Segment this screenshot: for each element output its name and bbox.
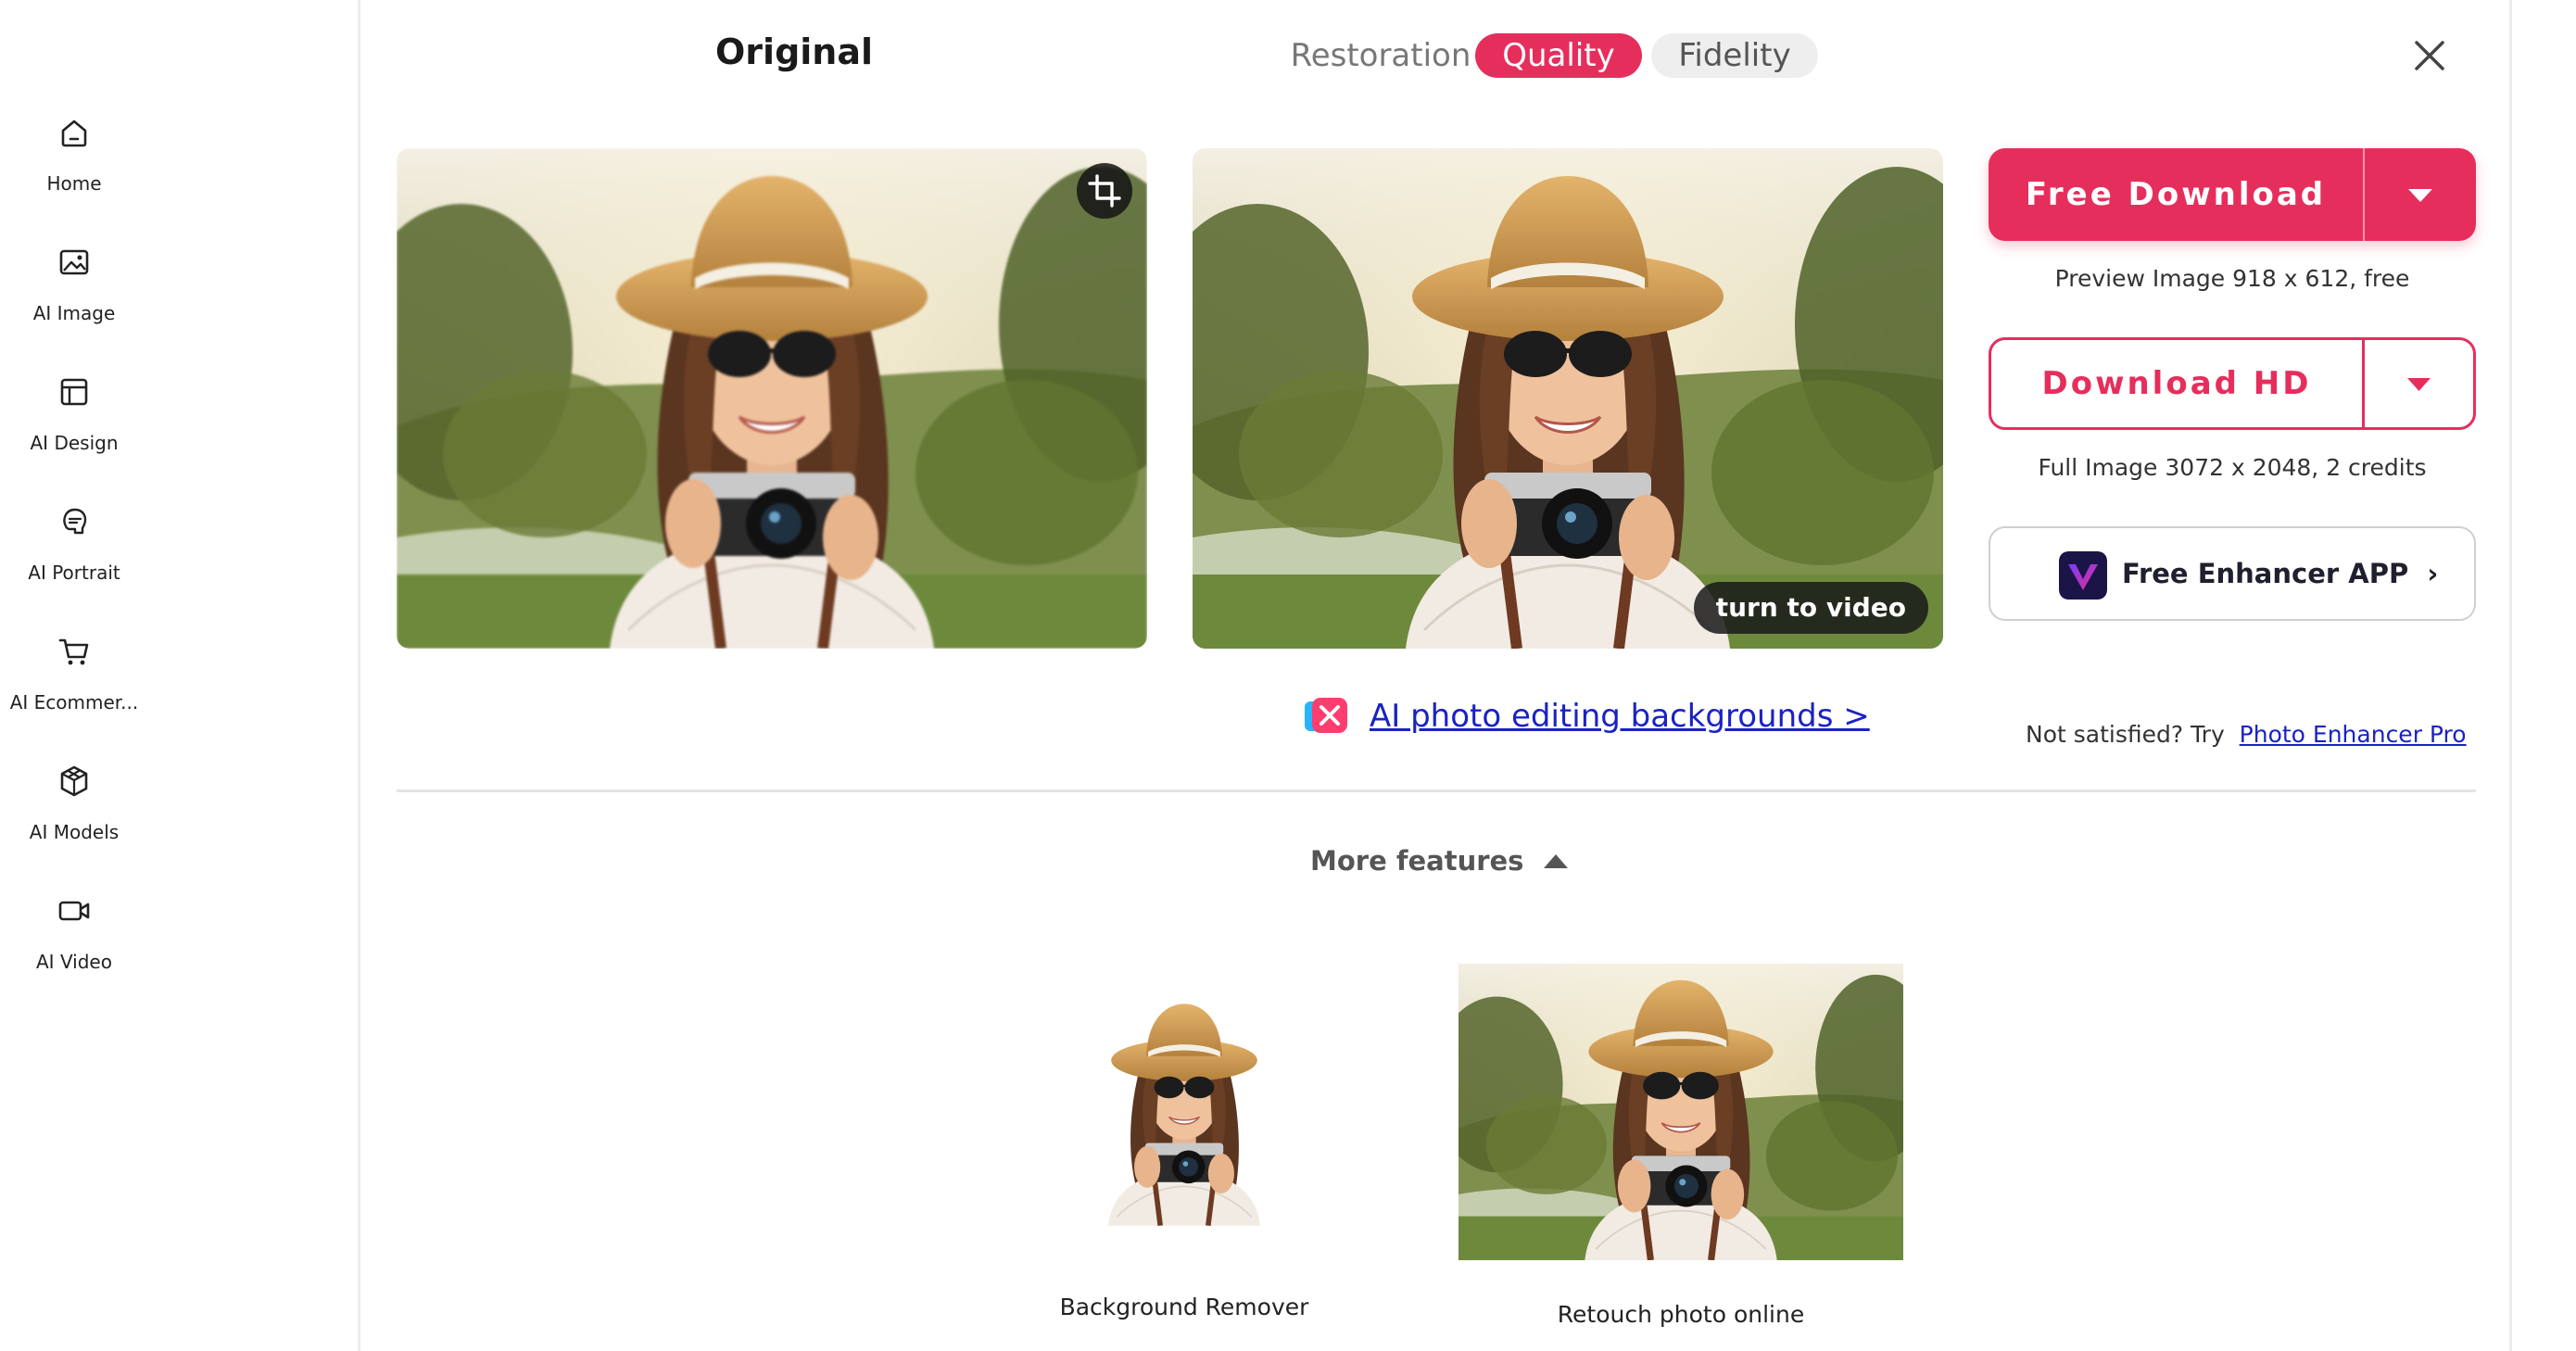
- sidebar: Home AI Image AI Design AI Portrait AI E…: [0, 0, 148, 1351]
- feature-retouch-photo[interactable]: Retouch photo online: [1458, 964, 1903, 1328]
- original-image: [397, 148, 1147, 649]
- feature-label: Background Remover: [1059, 1294, 1309, 1320]
- full-image-note: Full Image 3072 x 2048, 2 credits: [2038, 454, 2427, 481]
- cart-icon: [58, 638, 89, 665]
- sidebar-item-ai-ecommerce[interactable]: AI Ecommer...: [0, 632, 148, 713]
- cube-icon: [60, 765, 88, 797]
- chevron-down-icon[interactable]: [2365, 340, 2473, 427]
- not-satisfied-text: Not satisfied? Try Photo Enhancer Pro: [2026, 721, 2467, 748]
- background-remover-thumbnail: [1027, 964, 1342, 1266]
- panel-divider-left: [358, 0, 360, 1351]
- sidebar-item-label: AI Models: [29, 821, 120, 843]
- chevron-right-icon: ›: [2427, 558, 2439, 589]
- sidebar-item-ai-video[interactable]: AI Video: [0, 891, 148, 973]
- sidebar-item-label: AI Ecommer...: [9, 691, 139, 713]
- backgrounds-app-icon: [1305, 698, 1347, 733]
- free-enhancer-app-button[interactable]: Free Enhancer APP ›: [1989, 526, 2476, 621]
- more-features-toggle[interactable]: More features: [1310, 845, 1570, 877]
- feature-background-remover[interactable]: Background Remover: [1027, 964, 1342, 1320]
- close-icon[interactable]: [2407, 33, 2452, 78]
- layout-icon: [60, 378, 88, 406]
- app-label: Free Enhancer APP ›: [2122, 558, 2439, 589]
- chevron-down-icon[interactable]: [2365, 148, 2476, 241]
- enhanced-photo: [1193, 148, 1943, 649]
- sidebar-item-label: AI Design: [30, 432, 119, 454]
- sidebar-item-home[interactable]: Home: [0, 113, 148, 195]
- section-divider: [397, 789, 2476, 792]
- enhanced-image: turn to video: [1193, 148, 1943, 649]
- video-icon: [58, 901, 90, 921]
- crop-button[interactable]: [1077, 163, 1132, 219]
- enhancer-app-icon: [2059, 551, 2107, 600]
- ai-backgrounds-link[interactable]: AI photo editing backgrounds >: [1303, 693, 1870, 739]
- feature-label: Retouch photo online: [1557, 1301, 1805, 1328]
- home-icon: [61, 120, 87, 147]
- sidebar-item-ai-design[interactable]: AI Design: [0, 372, 148, 454]
- preview-note: Preview Image 918 x 612, free: [2054, 265, 2410, 292]
- turn-to-video-button[interactable]: turn to video: [1693, 582, 1928, 634]
- free-download-label: Free Download: [2025, 176, 2327, 213]
- tab-restoration[interactable]: Restoration: [1288, 33, 1473, 78]
- more-features-label: More features: [1310, 845, 1524, 877]
- original-title: Original: [715, 32, 874, 72]
- sidebar-item-ai-image[interactable]: AI Image: [0, 243, 148, 324]
- panel-divider-right: [2509, 0, 2512, 1351]
- sidebar-item-label: AI Video: [36, 951, 112, 973]
- sidebar-item-ai-portrait[interactable]: AI Portrait: [0, 502, 148, 584]
- image-icon: [59, 249, 89, 275]
- original-photo: [397, 148, 1147, 649]
- photo-enhancer-pro-link[interactable]: Photo Enhancer Pro: [2240, 721, 2467, 748]
- download-hd-label: Download HD: [2041, 365, 2312, 402]
- retouch-photo-thumbnail: [1458, 964, 1903, 1260]
- sidebar-item-label: Home: [46, 172, 102, 195]
- caret-up-icon: [1544, 854, 1569, 868]
- free-download-button[interactable]: Free Download: [1989, 148, 2476, 241]
- sidebar-item-label: AI Image: [32, 302, 116, 324]
- crop-icon: [1088, 174, 1121, 208]
- download-hd-button[interactable]: Download HD: [1989, 337, 2476, 430]
- sidebar-item-label: AI Portrait: [28, 562, 120, 584]
- ai-backgrounds-link-text[interactable]: AI photo editing backgrounds >: [1370, 698, 1870, 735]
- tab-fidelity[interactable]: Fidelity: [1651, 33, 1818, 78]
- sidebar-item-ai-models[interactable]: AI Models: [0, 762, 148, 843]
- tab-quality[interactable]: Quality: [1475, 33, 1642, 78]
- portrait-icon: [63, 508, 87, 535]
